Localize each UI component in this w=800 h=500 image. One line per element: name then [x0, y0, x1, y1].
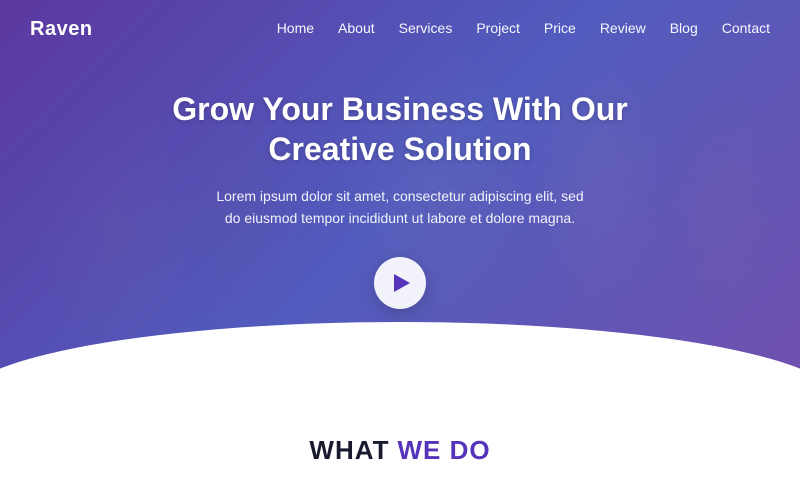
nav-item-price[interactable]: Price — [544, 20, 576, 38]
nav-link-contact[interactable]: Contact — [722, 20, 770, 36]
nav-link-blog[interactable]: Blog — [670, 20, 698, 36]
nav-item-about[interactable]: About — [338, 20, 375, 38]
nav-link-home[interactable]: Home — [277, 20, 314, 36]
hero-content: Grow Your Business With Our Creative Sol… — [0, 0, 800, 400]
what-we-do-accent: WE DO — [397, 435, 490, 465]
nav-item-services[interactable]: Services — [399, 20, 453, 38]
nav-link-about[interactable]: About — [338, 20, 375, 36]
play-icon — [394, 274, 410, 292]
main-nav: Home About Services Project Price Review… — [277, 20, 770, 38]
nav-item-review[interactable]: Review — [600, 20, 646, 38]
nav-item-home[interactable]: Home — [277, 20, 314, 38]
what-we-do-heading: WHAT WE DO — [309, 435, 490, 466]
nav-link-services[interactable]: Services — [399, 20, 453, 36]
hero-subtitle: Lorem ipsum dolor sit amet, consectetur … — [210, 185, 590, 230]
nav-link-price[interactable]: Price — [544, 20, 576, 36]
what-we-do-prefix: WHAT — [309, 435, 389, 465]
nav-item-contact[interactable]: Contact — [722, 20, 770, 38]
hero-section: Raven Home About Services Project Price … — [0, 0, 800, 400]
nav-link-project[interactable]: Project — [476, 20, 520, 36]
site-header: Raven Home About Services Project Price … — [0, 0, 800, 58]
hero-title: Grow Your Business With Our Creative Sol… — [160, 89, 640, 169]
what-we-do-section: WHAT WE DO — [0, 400, 800, 500]
play-button[interactable] — [374, 257, 426, 309]
nav-item-project[interactable]: Project — [476, 20, 520, 38]
nav-link-review[interactable]: Review — [600, 20, 646, 36]
nav-list: Home About Services Project Price Review… — [277, 20, 770, 38]
nav-item-blog[interactable]: Blog — [670, 20, 698, 38]
site-logo: Raven — [30, 18, 93, 41]
